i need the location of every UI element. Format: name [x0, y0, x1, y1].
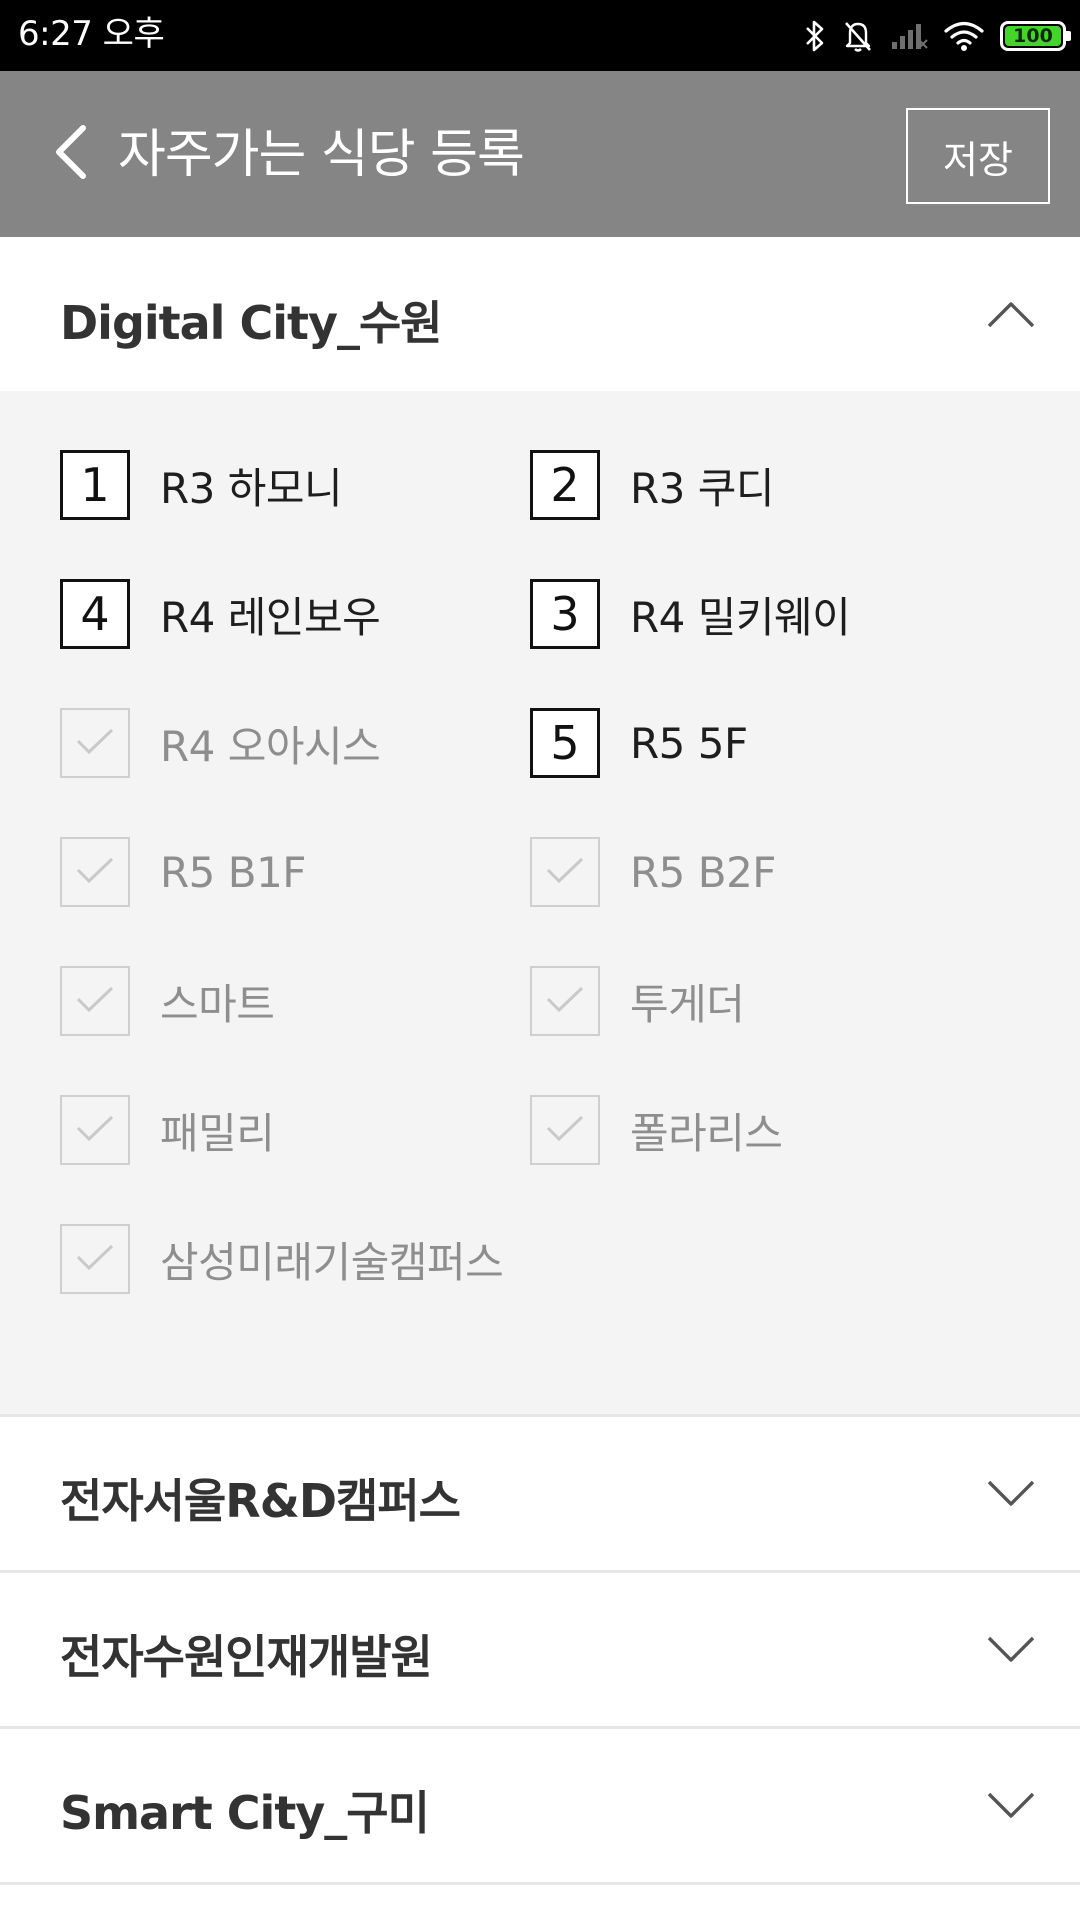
restaurant-label: R5 B2F — [630, 847, 776, 897]
divider — [0, 1882, 1080, 1885]
checkbox[interactable] — [60, 708, 130, 778]
restaurant-label: R4 오아시스 — [160, 721, 381, 771]
restaurant-item-r4-rainbow[interactable]: 4 R4 레인보우 — [60, 579, 381, 649]
restaurant-label: R5 B1F — [160, 847, 306, 897]
restaurant-label: 삼성미래기술캠퍼스 — [160, 1237, 504, 1287]
chevron-up-icon — [986, 299, 1036, 329]
restaurant-label: 패밀리 — [160, 1108, 275, 1158]
bell-off-icon — [842, 19, 874, 53]
status-time: 6:27 오후 — [18, 14, 165, 54]
restaurant-item-r4-oasis[interactable]: R4 오아시스 — [60, 708, 381, 778]
checkbox[interactable] — [530, 1095, 600, 1165]
signal-icon — [890, 21, 928, 51]
restaurant-item-r3-harmony[interactable]: 1 R3 하모니 — [60, 450, 343, 520]
check-icon — [75, 726, 115, 760]
restaurant-label: 투게더 — [630, 979, 745, 1029]
restaurant-item-polaris[interactable]: 폴라리스 — [530, 1095, 783, 1165]
restaurant-item-r5-b2f[interactable]: R5 B2F — [530, 837, 776, 907]
restaurant-item-samsung-future-campus[interactable]: 삼성미래기술캠퍼스 — [60, 1224, 504, 1294]
status-bar: 6:27 오후 100 — [0, 0, 1080, 71]
app-header: 자주가는 식당 등록 저장 — [0, 71, 1080, 237]
chevron-down-icon — [986, 1791, 1036, 1821]
restaurant-item-family[interactable]: 패밀리 — [60, 1095, 275, 1165]
order-box[interactable]: 5 — [530, 708, 600, 778]
bluetooth-icon — [804, 19, 826, 53]
restaurant-label: R3 하모니 — [160, 463, 343, 513]
checkbox[interactable] — [530, 966, 600, 1036]
restaurant-label: R5 5F — [630, 718, 748, 768]
checkbox[interactable] — [60, 966, 130, 1036]
section-title: Digital City_수원 — [60, 296, 443, 350]
page-title: 자주가는 식당 등록 — [118, 125, 525, 185]
check-icon — [75, 855, 115, 889]
restaurant-item-together[interactable]: 투게더 — [530, 966, 745, 1036]
status-icons: 100 — [804, 14, 1071, 58]
section-title: Smart City_구미 — [60, 1786, 430, 1840]
order-box[interactable]: 3 — [530, 579, 600, 649]
restaurant-label: R4 레인보우 — [160, 592, 381, 642]
check-icon — [75, 1242, 115, 1276]
save-button[interactable]: 저장 — [906, 108, 1050, 204]
order-box[interactable]: 2 — [530, 450, 600, 520]
check-icon — [545, 855, 585, 889]
checkbox[interactable] — [60, 837, 130, 907]
order-box[interactable]: 4 — [60, 579, 130, 649]
battery-icon: 100 — [1000, 21, 1071, 51]
battery-level: 100 — [1005, 26, 1061, 46]
check-icon — [545, 1113, 585, 1147]
restaurant-item-r3-cudi[interactable]: 2 R3 쿠디 — [530, 450, 775, 520]
restaurant-panel: 1 R3 하모니 2 R3 쿠디 4 R4 레인보우 3 R4 밀키웨이 R4 … — [0, 391, 1080, 1414]
chevron-down-icon — [986, 1635, 1036, 1665]
checkbox[interactable] — [60, 1095, 130, 1165]
checkbox[interactable] — [60, 1224, 130, 1294]
back-button[interactable] — [40, 115, 100, 193]
check-icon — [75, 984, 115, 1018]
section-header-smart-city-gumi[interactable]: Smart City_구미 — [0, 1729, 1080, 1882]
chevron-down-icon — [986, 1479, 1036, 1509]
section-header-seoul-rnd[interactable]: 전자서울R&D캠퍼스 — [0, 1417, 1080, 1570]
order-box[interactable]: 1 — [60, 450, 130, 520]
wifi-icon — [944, 20, 984, 52]
restaurant-label: R3 쿠디 — [630, 463, 775, 513]
checkbox[interactable] — [530, 837, 600, 907]
restaurant-label: 스마트 — [160, 979, 275, 1029]
section-title: 전자수원인재개발원 — [60, 1630, 433, 1684]
check-icon — [545, 984, 585, 1018]
section-header-suwon-hrd[interactable]: 전자수원인재개발원 — [0, 1573, 1080, 1726]
restaurant-item-r4-milkyway[interactable]: 3 R4 밀키웨이 — [530, 579, 851, 649]
restaurant-label: 폴라리스 — [630, 1108, 783, 1158]
check-icon — [75, 1113, 115, 1147]
restaurant-item-r5-5f[interactable]: 5 R5 5F — [530, 708, 748, 778]
restaurant-item-smart[interactable]: 스마트 — [60, 966, 275, 1036]
restaurant-item-r5-b1f[interactable]: R5 B1F — [60, 837, 306, 907]
section-header-digital-city[interactable]: Digital City_수원 — [0, 237, 1080, 391]
section-title: 전자서울R&D캠퍼스 — [60, 1474, 461, 1528]
restaurant-label: R4 밀키웨이 — [630, 592, 851, 642]
chevron-left-icon — [51, 124, 89, 184]
